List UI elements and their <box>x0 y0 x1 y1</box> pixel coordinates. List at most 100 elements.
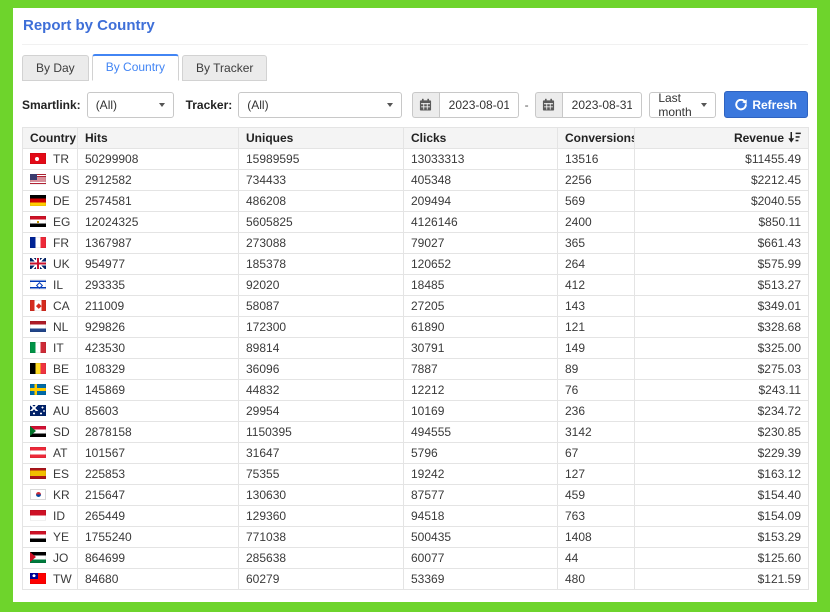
conversions-cell: 89 <box>558 359 635 380</box>
sort-amount-desc-icon <box>788 132 801 143</box>
flag-uk-icon <box>30 258 46 269</box>
tab-by-day[interactable]: By Day <box>22 55 89 81</box>
country-code: JO <box>53 551 68 565</box>
column-header-country[interactable]: Country <box>23 128 78 149</box>
refresh-button[interactable]: Refresh <box>724 91 808 118</box>
conversions-cell: 67 <box>558 443 635 464</box>
clicks-cell: 494555 <box>404 422 558 443</box>
country-cell: IL <box>23 275 78 296</box>
column-header-label: Uniques <box>246 131 293 145</box>
page-title: Report by Country <box>22 8 808 45</box>
tab-by-country[interactable]: By Country <box>92 54 179 81</box>
country-cell: SD <box>23 422 78 443</box>
uniques-cell: 273088 <box>239 233 404 254</box>
country-cell: AT <box>23 443 78 464</box>
uniques-cell: 5605825 <box>239 212 404 233</box>
flag-us-icon <box>30 174 46 185</box>
table-row: TW846806027953369480$121.59 <box>23 569 809 590</box>
tracker-selected-value: (All) <box>247 98 268 112</box>
date-from-input[interactable] <box>439 92 519 118</box>
country-cell: BE <box>23 359 78 380</box>
table-row: ES2258537535519242127$163.12 <box>23 464 809 485</box>
clicks-cell: 27205 <box>404 296 558 317</box>
flag-se-icon <box>30 384 46 395</box>
table-row: NL92982617230061890121$328.68 <box>23 317 809 338</box>
tab-by-tracker[interactable]: By Tracker <box>182 55 267 81</box>
country-code: BE <box>53 362 69 376</box>
country-cell: CA <box>23 296 78 317</box>
date-to-input[interactable] <box>562 92 642 118</box>
conversions-cell: 44 <box>558 548 635 569</box>
column-header-clicks[interactable]: Clicks <box>404 128 558 149</box>
hits-cell: 215647 <box>78 485 239 506</box>
country-cell: UK <box>23 254 78 275</box>
column-header-conversions[interactable]: Conversions <box>558 128 635 149</box>
column-header-label: Conversions <box>565 131 635 145</box>
uniques-cell: 15989595 <box>239 149 404 170</box>
uniques-cell: 734433 <box>239 170 404 191</box>
column-header-hits[interactable]: Hits <box>78 128 239 149</box>
column-header-label: Country <box>30 131 76 145</box>
revenue-cell: $850.11 <box>635 212 809 233</box>
hits-cell: 101567 <box>78 443 239 464</box>
country-code: KR <box>53 488 70 502</box>
country-code: IL <box>53 278 63 292</box>
table-row: BE10832936096788789$275.03 <box>23 359 809 380</box>
country-code: YE <box>53 530 69 544</box>
clicks-cell: 18485 <box>404 275 558 296</box>
flag-jo-icon <box>30 552 46 563</box>
conversions-cell: 1408 <box>558 527 635 548</box>
conversions-cell: 480 <box>558 569 635 590</box>
clicks-cell: 94518 <box>404 506 558 527</box>
revenue-cell: $121.59 <box>635 569 809 590</box>
revenue-cell: $230.85 <box>635 422 809 443</box>
conversions-cell: 365 <box>558 233 635 254</box>
country-code: IT <box>53 341 64 355</box>
hits-cell: 145869 <box>78 380 239 401</box>
calendar-icon[interactable] <box>412 92 439 118</box>
table-row: ID26544912936094518763$154.09 <box>23 506 809 527</box>
table-row: JO8646992856386007744$125.60 <box>23 548 809 569</box>
revenue-cell: $349.01 <box>635 296 809 317</box>
clicks-cell: 87577 <box>404 485 558 506</box>
date-range-preset-select[interactable]: Last month <box>649 92 716 118</box>
clicks-cell: 405348 <box>404 170 558 191</box>
clicks-cell: 61890 <box>404 317 558 338</box>
revenue-cell: $661.43 <box>635 233 809 254</box>
country-cell: KR <box>23 485 78 506</box>
clicks-cell: 120652 <box>404 254 558 275</box>
uniques-cell: 44832 <box>239 380 404 401</box>
column-header-uniques[interactable]: Uniques <box>239 128 404 149</box>
revenue-cell: $125.60 <box>635 548 809 569</box>
conversions-cell: 127 <box>558 464 635 485</box>
revenue-cell: $153.29 <box>635 527 809 548</box>
clicks-cell: 5796 <box>404 443 558 464</box>
flag-nl-icon <box>30 321 46 332</box>
smartlink-select[interactable]: (All) <box>87 92 174 118</box>
uniques-cell: 36096 <box>239 359 404 380</box>
revenue-cell: $11455.49 <box>635 149 809 170</box>
clicks-cell: 13033313 <box>404 149 558 170</box>
flag-es-icon <box>30 468 46 479</box>
revenue-cell: $575.99 <box>635 254 809 275</box>
country-cell: IT <box>23 338 78 359</box>
clicks-cell: 19242 <box>404 464 558 485</box>
flag-il-icon <box>30 279 46 290</box>
column-header-revenue[interactable]: Revenue <box>635 128 809 149</box>
tracker-select[interactable]: (All) <box>238 92 401 118</box>
table-row: EG12024325560582541261462400$850.11 <box>23 212 809 233</box>
report-panel: Report by Country By DayBy CountryBy Tra… <box>13 8 817 602</box>
flag-au-icon <box>30 405 46 416</box>
hits-cell: 2574581 <box>78 191 239 212</box>
chevron-down-icon <box>701 103 707 107</box>
chevron-down-icon <box>159 103 165 107</box>
country-cell: ES <box>23 464 78 485</box>
calendar-icon[interactable] <box>535 92 562 118</box>
uniques-cell: 130630 <box>239 485 404 506</box>
uniques-cell: 771038 <box>239 527 404 548</box>
clicks-cell: 53369 <box>404 569 558 590</box>
filter-bar: Smartlink: (All) Tracker: (All) <box>22 91 808 118</box>
tab-bar: By DayBy CountryBy Tracker <box>22 54 808 81</box>
conversions-cell: 2400 <box>558 212 635 233</box>
flag-sd-icon <box>30 426 46 437</box>
